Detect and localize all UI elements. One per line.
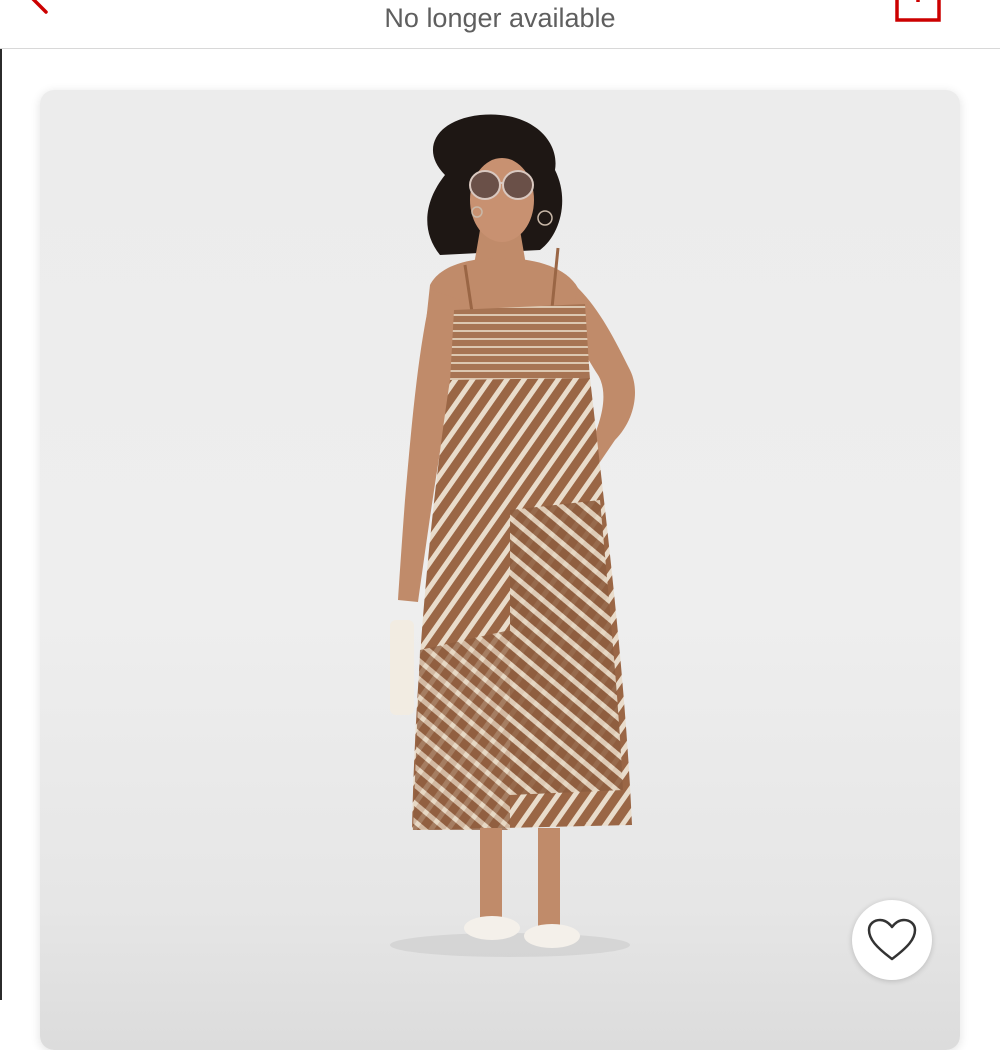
top-bar: No longer available: [0, 0, 1000, 49]
page-title: No longer available: [384, 3, 616, 33]
product-image-card[interactable]: [40, 90, 960, 1050]
product-photo: [390, 114, 635, 957]
share-icon: [895, 0, 941, 22]
share-button[interactable]: [890, 0, 946, 24]
heart-outline-icon: [867, 918, 917, 961]
favorite-button[interactable]: [852, 900, 932, 980]
left-edge-divider: [0, 0, 2, 1000]
